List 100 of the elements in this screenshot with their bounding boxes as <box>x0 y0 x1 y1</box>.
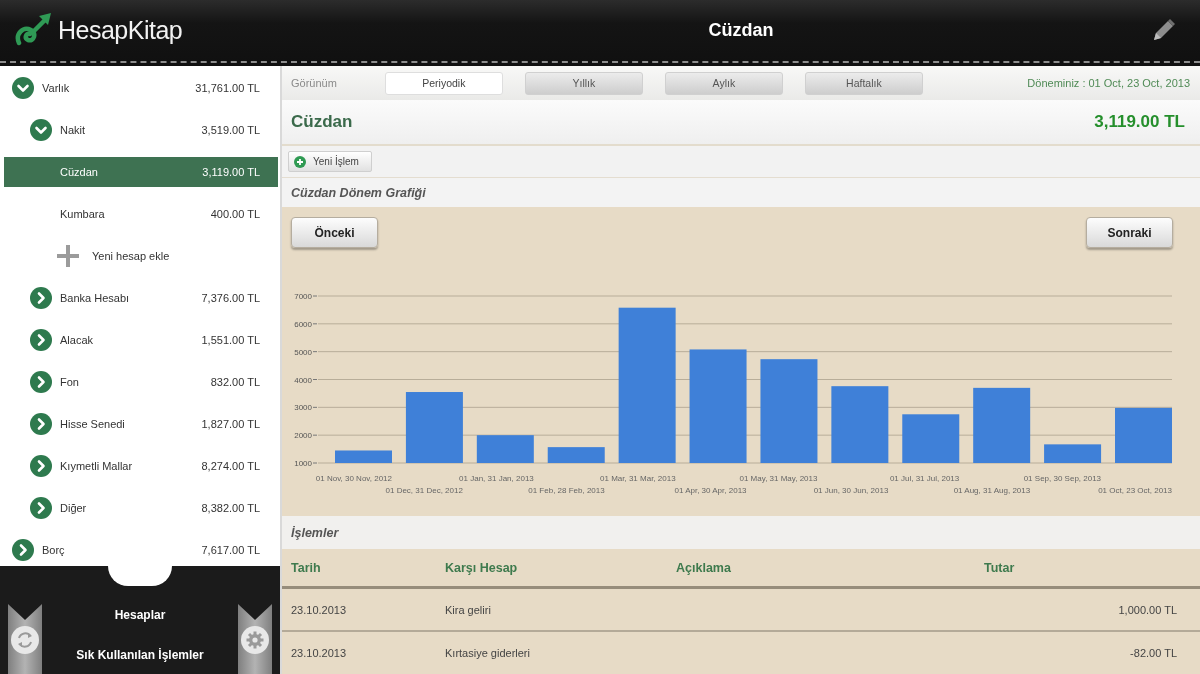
account-amount: 1,551.00 TL <box>201 334 260 346</box>
tree-item[interactable]: Alacak 1,551.00 TL <box>4 325 278 355</box>
axis-label: 01 Dec, 31 Dec, 2012 <box>385 486 463 495</box>
axis-label: 01 Jun, 30 Jun, 2013 <box>813 486 889 495</box>
chart-bar <box>405 392 463 463</box>
chart-bar <box>547 447 605 463</box>
panel-notch <box>108 566 172 586</box>
chart-bar <box>476 435 534 463</box>
account-amount: 400.00 TL <box>210 208 260 220</box>
table-cell-text: Kira geliri <box>445 603 492 616</box>
chevron-right-icon[interactable] <box>30 329 52 351</box>
tree-item[interactable]: Borç 7,617.00 TL <box>4 535 278 565</box>
axis-label: 01 Oct, 23 Oct, 2013 <box>1098 486 1172 495</box>
tree-item[interactable]: Hisse Senedi 1,827.00 TL <box>4 409 278 439</box>
account-name: Hisse Senedi <box>60 418 125 430</box>
axis-label: 01 Jan, 31 Jan, 2013 <box>459 474 534 483</box>
tree-item[interactable]: Nakit 3,519.00 TL <box>4 115 278 145</box>
column-header: Tutar <box>984 560 1016 575</box>
chart-bar <box>335 450 392 463</box>
axis-label: 4000 <box>294 375 312 385</box>
chart-bar <box>1044 444 1102 463</box>
account-name: Diğer <box>60 502 87 514</box>
chart-bar <box>902 414 960 463</box>
axis-label: 01 Mar, 31 Mar, 2013 <box>600 474 676 483</box>
table-cell-text: 23.10.2013 <box>291 647 348 659</box>
axis-label: 01 Apr, 30 Apr, 2013 <box>674 486 747 495</box>
tree-item[interactable]: Yeni hesap ekle <box>4 241 278 271</box>
tree-item[interactable]: Cüzdan 3,119.00 TL <box>4 157 278 187</box>
account-name: Varlık <box>42 82 70 94</box>
period-text: Döneminiz : 01 Oct, 23 Oct, 2013 <box>1027 77 1190 89</box>
account-amount: 832.00 TL <box>210 376 260 388</box>
previous-button[interactable]: Önceki <box>291 217 378 248</box>
chevron-right-icon[interactable] <box>30 413 52 435</box>
column-header: Tarih <box>291 560 322 575</box>
chevron-right-icon[interactable] <box>30 497 52 519</box>
chevron-right-icon[interactable] <box>30 455 52 477</box>
refresh-button[interactable] <box>8 604 42 674</box>
axis-label: 01 Aug, 31 Aug, 2013 <box>953 486 1031 495</box>
axis-label: 1000 <box>294 459 312 468</box>
pencil-icon[interactable] <box>1152 18 1176 42</box>
account-amount: 31,761.00 TL <box>195 82 260 94</box>
account-amount: 1,827.00 TL <box>201 418 260 430</box>
chevron-right-icon[interactable] <box>30 371 52 393</box>
nav-link[interactable]: Sık Kullanılan İşlemler <box>72 643 208 667</box>
axis-label: 6000 <box>294 319 312 329</box>
chevron-down-icon[interactable] <box>12 77 34 99</box>
account-name: Alacak <box>60 334 94 346</box>
axis-label: 5000 <box>294 347 312 357</box>
tree-item[interactable]: Kumbara 400.00 TL <box>4 199 278 229</box>
next-button[interactable]: Sonraki <box>1086 217 1173 248</box>
plus-icon <box>56 244 80 268</box>
chevron-down-icon[interactable] <box>30 119 52 141</box>
tree-item[interactable]: Fon 832.00 TL <box>4 367 278 397</box>
axis-label: 7000 <box>294 292 312 301</box>
view-tab[interactable]: Yıllık <box>524 71 643 95</box>
axis-label: 01 Sep, 30 Sep, 2013 <box>1023 474 1102 483</box>
column-header: Açıklama <box>676 560 732 575</box>
table-cell-text: 23.10.2013 <box>291 603 348 616</box>
account-balance: 3,119.00 TL <box>1094 112 1185 132</box>
table-cell: 1,000.00 TL <box>1118 603 1177 616</box>
column-header: Karşı Hesap <box>445 560 519 575</box>
account-name: Kıymetli Mallar <box>60 460 133 472</box>
account-name: Cüzdan <box>60 166 98 178</box>
page-title: Cüzdan <box>708 19 774 40</box>
account-name: Banka Hesabı <box>60 292 130 304</box>
account-name: Nakit <box>60 124 86 136</box>
account-amount: 8,382.00 TL <box>201 502 260 514</box>
account-amount: 3,119.00 TL <box>202 166 260 178</box>
app-logo-text: HesapKitap <box>58 15 183 45</box>
nav-link[interactable]: Hesaplar <box>110 603 170 627</box>
account-amount: 7,617.00 TL <box>201 544 260 556</box>
axis-label: 01 May, 31 May, 2013 <box>739 474 818 483</box>
axis-label: 2000 <box>294 431 312 441</box>
axis-label: 01 Nov, 30 Nov, 2012 <box>315 474 392 483</box>
plus-circle-icon <box>294 155 306 168</box>
account-name: Borç <box>42 544 65 556</box>
tree-item[interactable]: Kıymetli Mallar 8,274.00 TL <box>4 451 278 481</box>
table-cell: -82.00 TL <box>1130 647 1177 659</box>
tree-item[interactable]: Varlık 31,761.00 TL <box>4 73 278 103</box>
tree-item[interactable]: Diğer 8,382.00 TL <box>4 493 278 523</box>
account-name: Yeni hesap ekle <box>92 250 170 262</box>
chevron-right-icon[interactable] <box>12 539 34 561</box>
view-label: Görünüm <box>291 77 337 89</box>
tree-item[interactable]: Banka Hesabı 7,376.00 TL <box>4 283 278 313</box>
account-name: Kumbara <box>60 208 105 220</box>
gear-icon <box>241 626 269 654</box>
account-amount: 8,274.00 TL <box>201 460 260 472</box>
chevron-right-icon[interactable] <box>30 287 52 309</box>
view-tab[interactable]: Periyodik <box>384 71 503 95</box>
settings-button[interactable] <box>238 604 272 674</box>
view-tab[interactable]: Haftalık <box>804 71 923 95</box>
new-transaction-button[interactable]: Yeni İşlem <box>288 151 372 172</box>
account-amount: 7,376.00 TL <box>201 292 260 304</box>
view-tab[interactable]: Aylık <box>664 71 783 95</box>
logo-icon <box>14 12 54 48</box>
refresh-icon <box>11 626 39 654</box>
account-amount: 3,519.00 TL <box>201 124 260 136</box>
section-title: Cüzdan Dönem Grafiği <box>291 185 426 200</box>
table-cell-text: Kırtasiye giderleri <box>445 647 531 659</box>
account-name: Fon <box>60 376 79 388</box>
